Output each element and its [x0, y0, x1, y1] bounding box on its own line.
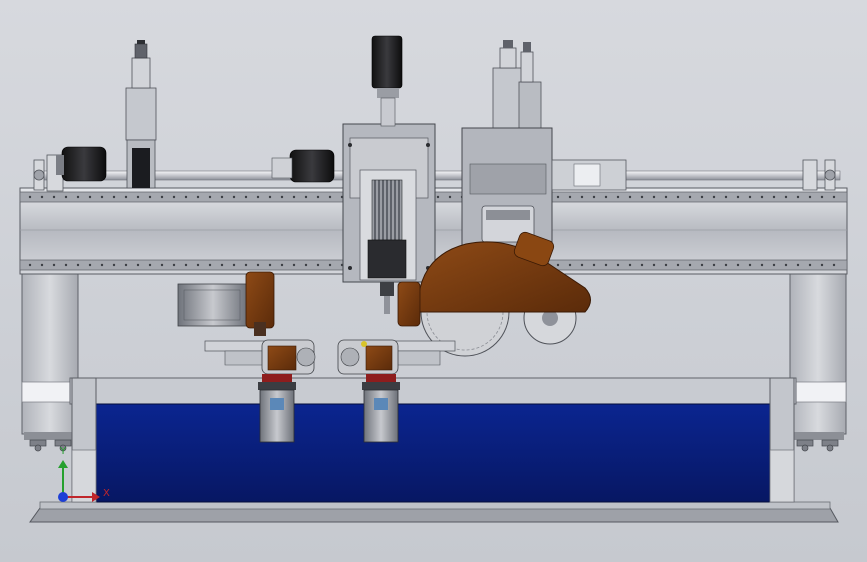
- left-lift-assembly: [56, 40, 335, 189]
- lift-cylinder-left: [125, 87, 157, 141]
- tank-top-rim: [69, 377, 797, 405]
- grinding-motor-left: [177, 271, 275, 336]
- drive-motor-left: [61, 146, 107, 182]
- base-rail: [39, 501, 831, 510]
- water-tank: [69, 377, 797, 503]
- left-column: [21, 271, 79, 435]
- cad-viewport[interactable]: X Y: [0, 0, 867, 562]
- lift-cylinder-right-b: [518, 81, 542, 131]
- floor-plate: [29, 507, 839, 523]
- lift-cylinder-right-a: [492, 67, 524, 129]
- right-column-foot: [792, 432, 844, 440]
- horizontal-motor-housing: [177, 283, 249, 327]
- left-column-foot: [24, 432, 76, 440]
- guide-shaft-bar: [39, 170, 841, 181]
- spindle-cooling-fins: [371, 179, 403, 241]
- grinder-motor-right: [363, 389, 399, 443]
- drive-motor-center: [289, 149, 335, 183]
- right-column: [789, 271, 847, 435]
- spindle-gearbox: [397, 281, 421, 327]
- triad-origin: [58, 492, 68, 502]
- triad-x-label: X: [103, 488, 110, 499]
- gearbox-left: [245, 271, 275, 329]
- triad-y-label: Y: [60, 446, 67, 457]
- right-column-band: [789, 381, 847, 403]
- grinder-motor-left: [259, 389, 295, 443]
- machine-assembly-drawing: [19, 35, 848, 523]
- tank-body: [95, 403, 771, 503]
- spindle-top-motor: [371, 35, 403, 89]
- spindle-carriage: [342, 35, 436, 314]
